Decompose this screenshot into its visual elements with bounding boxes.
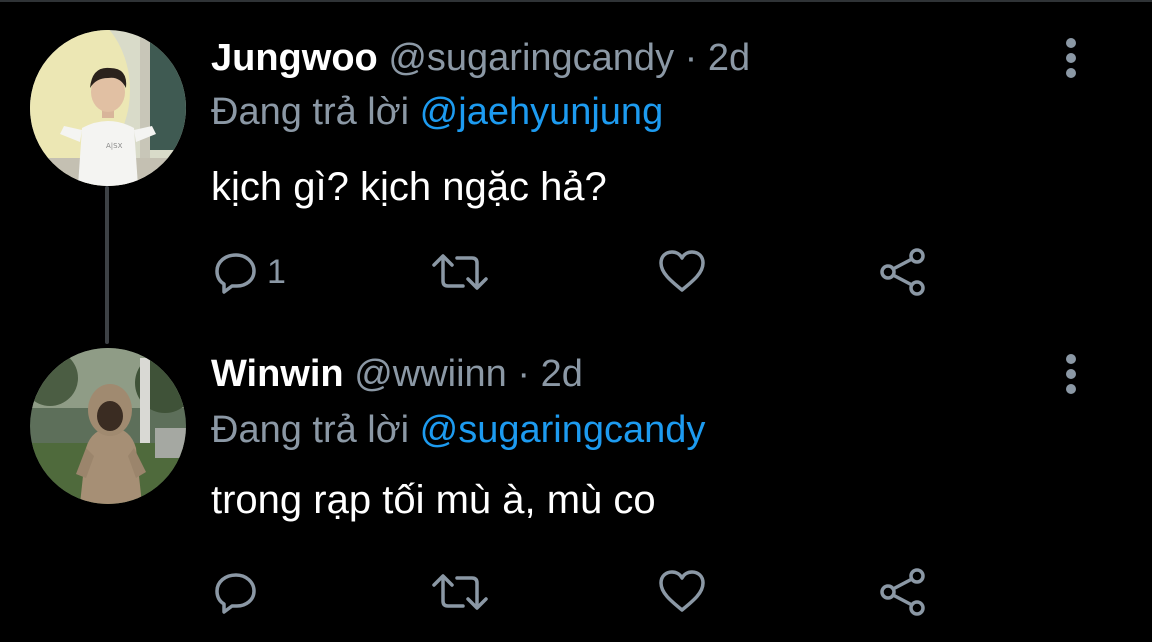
action-bar [0,562,1152,622]
tweet-header: Jungwoo @sugaringcandy · 2d [211,36,750,80]
tweet[interactable]: A|SX Jungwoo @sugaringcandy · 2d Đang tr… [0,0,1152,320]
replying-to-handle[interactable]: @jaehyunjung [420,91,664,133]
like-button[interactable] [657,562,707,622]
action-bar: 1 [0,242,1152,302]
retweet-icon [432,574,488,610]
tweet-header: Winwin @wwiinn · 2d [211,352,583,396]
share-button[interactable] [877,562,929,622]
display-name[interactable]: Jungwoo [211,37,378,79]
like-button[interactable] [657,242,707,302]
replying-to: Đang trả lời @jaehyunjung [211,90,663,134]
replying-to-handle[interactable]: @sugaringcandy [420,409,706,451]
reply-button[interactable] [213,562,267,622]
share-button[interactable] [877,242,929,302]
retweet-button[interactable] [430,562,490,622]
like-icon [659,250,705,292]
reply-button[interactable]: 1 [213,242,286,302]
retweet-button[interactable] [430,242,490,302]
more-vertical-icon [1066,38,1076,78]
avatar-photo [30,348,186,504]
more-options-button[interactable] [1055,33,1087,83]
avatar-photo: A|SX [30,30,186,186]
separator-dot: · [684,37,698,79]
more-vertical-icon [1066,354,1076,394]
svg-text:A|SX: A|SX [106,142,123,150]
share-icon [880,568,925,616]
user-handle[interactable]: @sugaringcandy [388,37,674,79]
timestamp[interactable]: 2d [541,353,583,395]
retweet-icon [432,254,488,290]
more-options-button[interactable] [1055,349,1087,399]
replying-to-label: Đang trả lời [211,91,410,133]
tweet-text: trong rạp tối mù à, mù co [211,478,656,522]
reply-count: 1 [267,252,286,291]
display-name[interactable]: Winwin [211,353,344,395]
reply-icon [215,573,256,614]
tweet-text: kịch gì? kịch ngặc hả? [211,165,607,209]
tweet[interactable]: Winwin @wwiinn · 2d Đang trả lời @sugari… [0,320,1152,642]
separator-dot: · [517,353,531,395]
replying-to-label: Đang trả lời [211,409,410,451]
avatar[interactable] [30,348,186,504]
user-handle[interactable]: @wwiinn [354,353,507,395]
avatar[interactable]: A|SX [30,30,186,186]
timestamp[interactable]: 2d [708,37,750,79]
reply-icon [215,253,256,294]
replying-to: Đang trả lời @sugaringcandy [211,408,705,452]
share-icon [880,248,925,296]
like-icon [659,570,705,612]
